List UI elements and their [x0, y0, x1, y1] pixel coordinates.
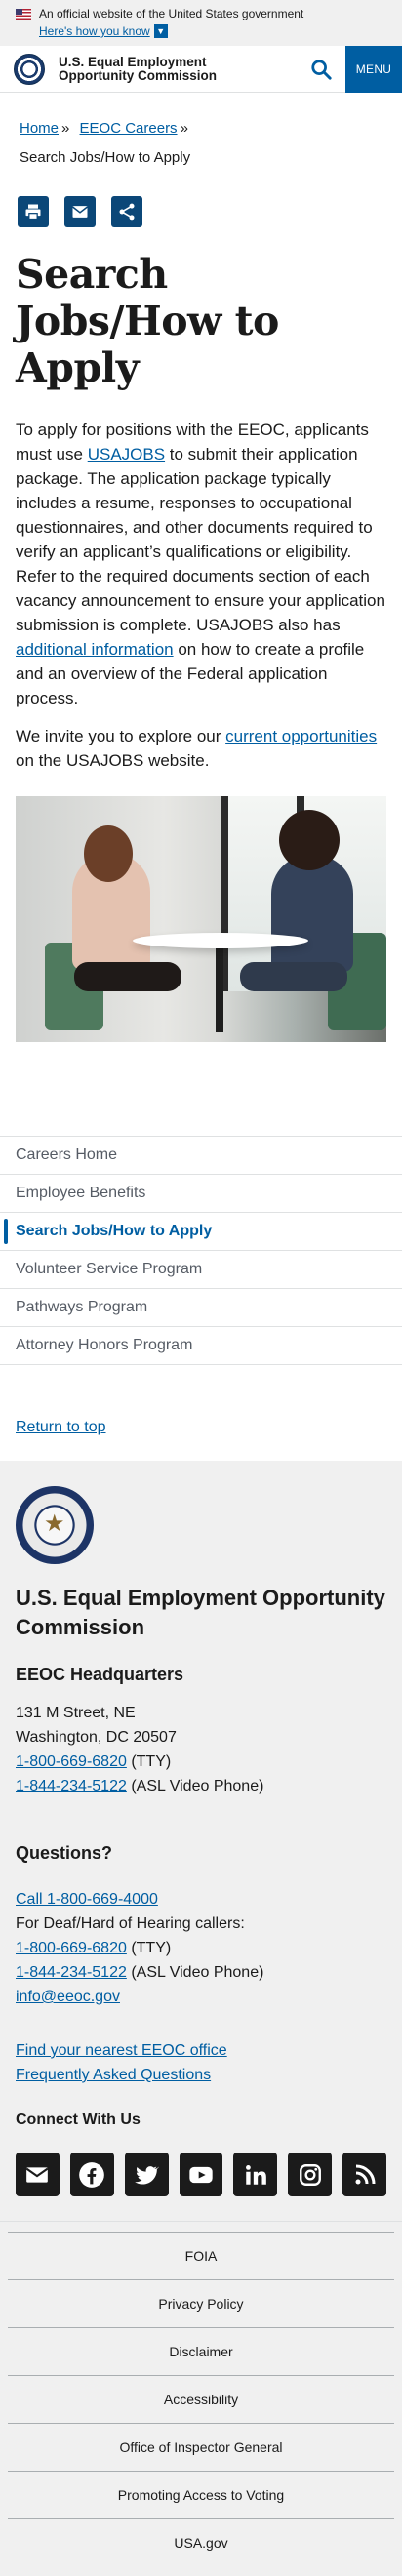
return-to-top-container: Return to top	[0, 1365, 402, 1461]
footer-end-spacer	[8, 2566, 394, 2576]
tty-label: (TTY)	[126, 1753, 172, 1770]
facebook-icon[interactable]	[69, 2153, 114, 2196]
email-icon[interactable]	[64, 196, 96, 227]
breadcrumb-separator: »	[180, 120, 188, 137]
hq-heading: EEOC Headquarters	[16, 1665, 184, 1684]
questions-block: Call 1-800-669-4000 For Deaf/Hard of Hea…	[16, 1887, 386, 2009]
heres-how-you-know-link[interactable]: Here's how you know	[39, 24, 150, 38]
footer-link-accessibility[interactable]: Accessibility	[8, 2375, 394, 2423]
email-line: info@eeoc.gov	[16, 1985, 386, 2009]
tty-phone-link[interactable]: 1-800-669-6820	[16, 1753, 127, 1770]
interview-photo	[16, 796, 386, 1042]
invite-paragraph: We invite you to explore our current opp…	[16, 724, 386, 773]
invite-text: We invite you to explore our	[16, 727, 226, 745]
photo-table	[133, 933, 308, 948]
share-toolbar	[0, 171, 402, 227]
additional-information-link[interactable]: additional information	[16, 640, 174, 659]
chevron-down-icon[interactable]: ▼	[153, 24, 168, 38]
tty-label: (TTY)	[126, 1940, 172, 1956]
asl-line: 1-844-234-5122 (ASL Video Phone)	[16, 1774, 386, 1798]
search-icon[interactable]	[310, 59, 332, 80]
tty-line: 1-800-669-6820 (TTY)	[16, 1750, 386, 1774]
youtube-icon[interactable]	[179, 2153, 223, 2196]
site-header: U.S. Equal Employment Opportunity Commis…	[0, 46, 402, 93]
search-button[interactable]	[297, 46, 345, 93]
photo-person	[271, 855, 353, 972]
office-line: Find your nearest EEOC office	[16, 2038, 386, 2063]
sidenav-item-search-jobs[interactable]: Search Jobs/How to Apply	[0, 1213, 402, 1251]
asl-phone-link[interactable]: 1-844-234-5122	[16, 1964, 127, 1981]
us-flag-icon	[16, 8, 31, 20]
footer-link-inspector-general[interactable]: Office of Inspector General	[8, 2423, 394, 2471]
asl-phone-link[interactable]: 1-844-234-5122	[16, 1778, 127, 1794]
invite-text: on the USAJOBS website.	[16, 751, 210, 770]
footer-link-disclaimer[interactable]: Disclaimer	[8, 2327, 394, 2375]
breadcrumb-home[interactable]: Home	[20, 120, 59, 137]
asl-line: 1-844-234-5122 (ASL Video Phone)	[16, 1960, 386, 1985]
footer-link-access-to-voting[interactable]: Promoting Access to Voting	[8, 2471, 394, 2518]
print-icon[interactable]	[18, 196, 49, 227]
sidenav-item-attorney-honors[interactable]: Attorney Honors Program	[0, 1327, 402, 1365]
breadcrumb-current: Search Jobs/How to Apply	[20, 149, 191, 166]
footer: U.S. Equal Employment Opportunity Commis…	[0, 1461, 402, 2221]
agency-name[interactable]: U.S. Equal Employment Opportunity Commis…	[59, 55, 234, 83]
eeoc-seal-logo	[16, 1486, 94, 1564]
email-link[interactable]: info@eeoc.gov	[16, 1989, 120, 2005]
find-office-link[interactable]: Find your nearest EEOC office	[16, 2042, 227, 2059]
footer-link-privacy-policy[interactable]: Privacy Policy	[8, 2279, 394, 2327]
social-links	[16, 2153, 387, 2221]
sidenav-item-employee-benefits[interactable]: Employee Benefits	[0, 1175, 402, 1213]
photo-person-legs	[74, 962, 181, 991]
photo-person-head	[279, 810, 340, 870]
breadcrumb-separator: »	[61, 120, 70, 137]
photo-person-head	[84, 825, 133, 882]
gov-banner-row: An official website of the United States…	[16, 5, 386, 22]
questions-heading: Questions?	[16, 1843, 113, 1863]
address-line: Washington, DC 20507	[16, 1729, 177, 1746]
hq-address: 131 M Street, NE Washington, DC 20507 1-…	[16, 1701, 386, 1798]
tty-line: 1-800-669-6820 (TTY)	[16, 1936, 386, 1960]
page-title: Search Jobs/How to Apply	[16, 251, 279, 391]
call-link[interactable]: Call 1-800-669-4000	[16, 1891, 158, 1908]
gov-banner-toggle[interactable]: Here's how you know ▼	[39, 24, 386, 38]
breadcrumb: Home» EEOC Careers» Search Jobs/How to A…	[0, 93, 402, 171]
sidenav-item-pathways[interactable]: Pathways Program	[0, 1289, 402, 1327]
gov-banner-text: An official website of the United States…	[39, 7, 304, 20]
eeoc-seal-logo[interactable]	[14, 53, 45, 85]
sidenav-item-volunteer-service[interactable]: Volunteer Service Program	[0, 1251, 402, 1289]
address-line: 131 M Street, NE	[16, 1705, 136, 1721]
side-navigation: Careers Home Employee Benefits Search Jo…	[0, 1136, 402, 1365]
intro-text: to submit their application package. The…	[16, 445, 385, 634]
gov-banner: An official website of the United States…	[0, 0, 402, 46]
instagram-icon[interactable]	[288, 2153, 333, 2196]
share-icon[interactable]	[111, 196, 142, 227]
photo-table-leg	[216, 945, 223, 1032]
menu-button[interactable]: MENU	[345, 46, 402, 93]
current-opportunities-link[interactable]: current opportunities	[225, 727, 377, 745]
usajobs-link[interactable]: USAJOBS	[88, 445, 165, 463]
breadcrumb-eeoc-careers[interactable]: EEOC Careers	[80, 120, 178, 137]
connect-heading: Connect With Us	[16, 2112, 141, 2128]
twitter-icon[interactable]	[124, 2153, 169, 2196]
page-body: To apply for positions with the EEOC, ap…	[0, 391, 402, 773]
rss-icon[interactable]	[342, 2153, 387, 2196]
sidenav-item-careers-home[interactable]: Careers Home	[0, 1137, 402, 1175]
return-to-top-link[interactable]: Return to top	[16, 1419, 106, 1435]
photo-person-legs	[240, 962, 347, 991]
footer-link-usa-gov[interactable]: USA.gov	[8, 2518, 394, 2566]
asl-label: (ASL Video Phone)	[126, 1778, 264, 1794]
footer-agency-name: U.S. Equal Employment Opportunity Commis…	[16, 1586, 385, 1639]
faq-link[interactable]: Frequently Asked Questions	[16, 2067, 211, 2083]
footer-bottom-links: FOIA Privacy Policy Disclaimer Accessibi…	[0, 2221, 402, 2576]
footer-link-foia[interactable]: FOIA	[8, 2232, 394, 2279]
footer-links-block: Find your nearest EEOC office Frequently…	[16, 2038, 386, 2087]
call-line: Call 1-800-669-4000	[16, 1887, 386, 1912]
tty-phone-link[interactable]: 1-800-669-6820	[16, 1940, 127, 1956]
email-icon[interactable]	[16, 2153, 60, 2196]
intro-paragraph: To apply for positions with the EEOC, ap…	[16, 418, 386, 710]
deaf-label: For Deaf/Hard of Hearing callers:	[16, 1915, 245, 1932]
asl-label: (ASL Video Phone)	[126, 1964, 264, 1981]
faq-line: Frequently Asked Questions	[16, 2063, 386, 2087]
linkedin-icon[interactable]	[233, 2153, 278, 2196]
